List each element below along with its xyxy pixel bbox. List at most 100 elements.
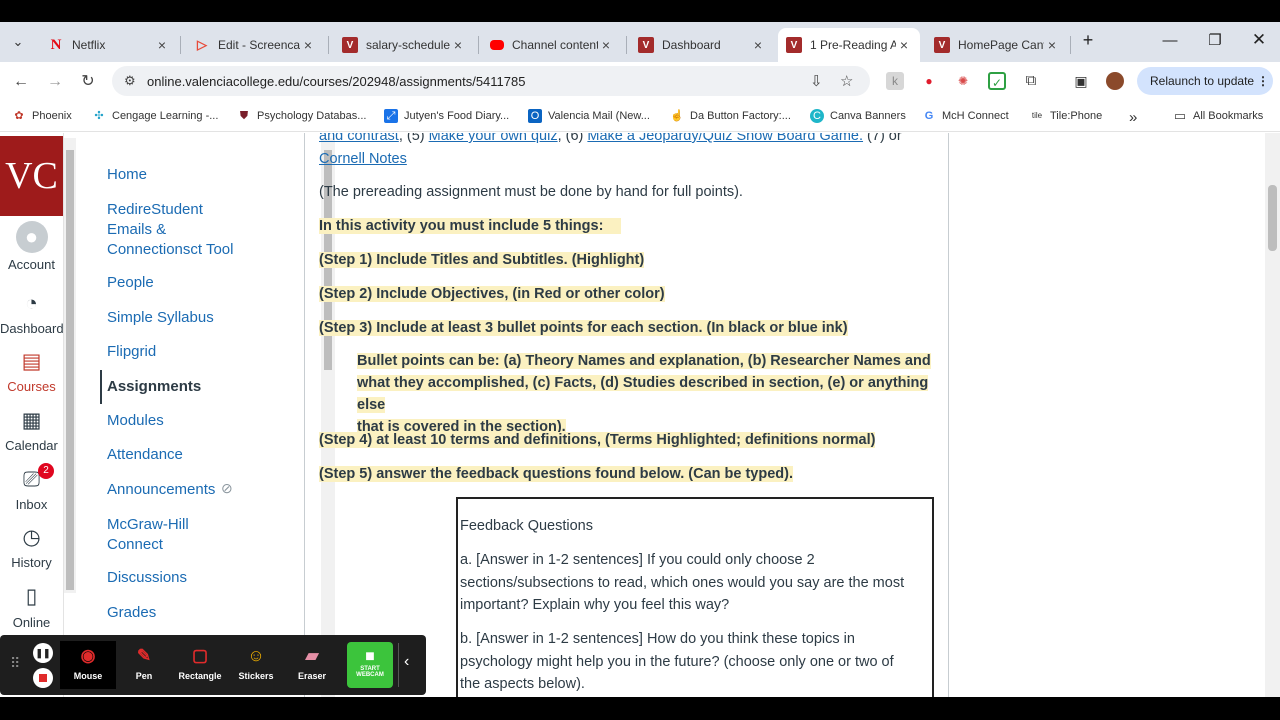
- bookmark-phoenix[interactable]: ✿ Phoenix: [12, 109, 71, 123]
- tool-pen[interactable]: ✎ Pen: [116, 641, 172, 689]
- more-bookmarks-chevron-icon[interactable]: »: [1129, 109, 1137, 126]
- global-nav-history[interactable]: ◷ History: [0, 525, 63, 570]
- pause-icon[interactable]: ❚❚: [33, 643, 53, 663]
- feedback-title: Feedback Questions: [460, 518, 593, 534]
- bookmark-cengage[interactable]: ✣ Cengage Learning -...: [92, 109, 218, 123]
- canva-icon: C: [810, 109, 824, 123]
- bookmark-star-icon[interactable]: ☆: [840, 72, 853, 90]
- start-webcam-button[interactable]: ■ START WEBCAM: [347, 642, 393, 688]
- close-icon[interactable]: ×: [154, 37, 170, 53]
- close-icon[interactable]: ×: [598, 37, 614, 53]
- bookmark-psychology-database[interactable]: ⛊ Psychology Databas...: [237, 109, 367, 123]
- close-icon[interactable]: ×: [450, 37, 466, 53]
- feedback-question-a: a. [Answer in 1-2 sentences] If you coul…: [460, 552, 905, 613]
- bookmark-valencia-mail[interactable]: O Valencia Mail (New...: [528, 109, 650, 123]
- course-nav-discussions[interactable]: Discussions: [107, 568, 247, 588]
- extension-icon[interactable]: ✓: [988, 72, 1006, 90]
- restore-icon[interactable]: ❐: [1200, 31, 1230, 49]
- tab-search-chevron-icon[interactable]: ⌄: [8, 32, 28, 52]
- global-nav-inbox[interactable]: ⎚ 2 Inbox: [0, 463, 63, 512]
- make-quiz-link[interactable]: Make your own quiz: [429, 133, 558, 144]
- collapse-chevron-icon[interactable]: ‹: [404, 653, 409, 671]
- course-nav-assignments[interactable]: Assignments: [107, 377, 247, 397]
- global-nav-calendar[interactable]: ▦ Calendar: [0, 408, 63, 453]
- relaunch-button[interactable]: Relaunch to update ⋮: [1137, 67, 1273, 95]
- bookmark-tile-phone[interactable]: tile Tile:Phone: [1030, 109, 1102, 123]
- tool-stickers[interactable]: ☺ Stickers: [228, 641, 284, 689]
- feedback-questions-box: Feedback Questions a. [Answer in 1-2 sen…: [456, 497, 934, 697]
- vc-logo[interactable]: VC: [0, 136, 63, 216]
- tab-homepage-canvas[interactable]: V HomePage Canv ×: [926, 28, 1068, 62]
- close-icon[interactable]: ×: [1044, 37, 1060, 53]
- compare-contrast-link[interactable]: and contrast: [319, 133, 399, 144]
- step-5: (Step 5) answer the feedback questions f…: [319, 466, 793, 482]
- install-app-icon[interactable]: ⇩: [810, 72, 823, 90]
- drag-handle-icon[interactable]: ⠿: [10, 655, 20, 672]
- course-nav-student-emails[interactable]: RedireStudent Emails & Connectionsct Too…: [107, 200, 247, 260]
- extension-icon[interactable]: ●: [920, 72, 938, 90]
- tab-netflix[interactable]: N Netflix ×: [40, 28, 178, 62]
- global-nav-courses[interactable]: ▤ Courses: [0, 349, 63, 394]
- side-panel-icon[interactable]: ▣: [1072, 72, 1090, 90]
- course-nav-simple-syllabus[interactable]: Simple Syllabus: [107, 308, 247, 328]
- profile-avatar[interactable]: [1106, 72, 1124, 90]
- jeopardy-game-link[interactable]: Make a Jeopardy/Quiz Show Board Game.: [587, 133, 863, 144]
- active-indicator: [100, 370, 102, 404]
- url-text[interactable]: online.valenciacollege.edu/courses/20294…: [147, 74, 525, 89]
- back-arrow-icon[interactable]: ←: [10, 71, 32, 93]
- tab-channel-content[interactable]: Channel content ×: [482, 28, 622, 62]
- course-nav-mcgraw-hill[interactable]: McGraw-Hill Connect: [107, 515, 247, 555]
- address-bar[interactable]: ⚙ online.valenciacollege.edu/courses/202…: [112, 66, 870, 96]
- screencast-icon: ▷: [197, 37, 207, 52]
- screen: ⌄ N Netflix × ▷ Edit - Screencast × V sa…: [0, 0, 1280, 720]
- bookmark-icon: ⤢: [384, 109, 398, 123]
- course-nav-flipgrid[interactable]: Flipgrid: [107, 342, 247, 362]
- tool-mouse[interactable]: ◉ Mouse: [60, 641, 116, 689]
- tool-eraser[interactable]: ▰ Eraser: [284, 641, 340, 689]
- vc-icon: V: [786, 37, 802, 53]
- unread-badge: 2: [38, 463, 54, 479]
- stop-button[interactable]: [33, 668, 53, 688]
- global-nav-scrollbar[interactable]: [64, 138, 76, 593]
- cornell-notes-link[interactable]: Cornell Notes: [319, 148, 407, 170]
- tab-pre-reading[interactable]: V 1 Pre-Reading A ×: [778, 28, 920, 62]
- account-avatar-icon: ●: [15, 221, 48, 253]
- bookmark-button-factory[interactable]: ☝ Da Button Factory:...: [670, 109, 791, 123]
- minimize-icon[interactable]: —: [1155, 32, 1185, 49]
- close-icon[interactable]: ×: [896, 37, 912, 53]
- page-scrollbar[interactable]: [1265, 133, 1280, 697]
- step-1: (Step 1) Include Titles and Subtitles. (…: [319, 252, 645, 268]
- bookmark-mch-connect[interactable]: G McH Connect: [922, 109, 1009, 123]
- menu-kebab-icon[interactable]: ⋮: [1257, 67, 1269, 95]
- forward-arrow-icon[interactable]: →: [44, 71, 66, 93]
- canvas-page: VC ● Account ◔ Dashboard ▤ Courses ▦ Cal…: [0, 133, 1280, 697]
- tab-dashboard[interactable]: V Dashboard ×: [630, 28, 774, 62]
- extension-icon[interactable]: k: [886, 72, 904, 90]
- tab-salary-schedule[interactable]: V salary-schedule- ×: [334, 28, 474, 62]
- all-bookmarks-folder[interactable]: ▭ All Bookmarks: [1173, 109, 1263, 123]
- course-nav-grades[interactable]: Grades: [107, 603, 247, 623]
- extension-icon[interactable]: ✺: [954, 72, 972, 90]
- course-nav-people[interactable]: People: [107, 273, 247, 293]
- close-icon[interactable]: ×: [300, 37, 316, 53]
- course-nav-home[interactable]: Home: [107, 165, 247, 185]
- reload-icon[interactable]: ↻: [77, 71, 99, 93]
- folder-icon: ▭: [1173, 108, 1187, 123]
- course-nav-modules[interactable]: Modules: [107, 411, 247, 431]
- course-nav-attendance[interactable]: Attendance: [107, 445, 247, 465]
- hand-icon: ☝: [670, 110, 684, 122]
- course-navigation: Home RedireStudent Emails & Connectionsc…: [78, 133, 335, 697]
- tab-screencast[interactable]: ▷ Edit - Screencast ×: [186, 28, 324, 62]
- bookmark-canva[interactable]: C Canva Banners: [810, 109, 906, 123]
- window-close-icon[interactable]: ✕: [1244, 30, 1274, 50]
- close-icon[interactable]: ×: [750, 37, 766, 53]
- site-settings-icon[interactable]: ⚙: [124, 73, 136, 89]
- global-nav-account[interactable]: ● Account: [0, 221, 63, 272]
- global-nav-dashboard[interactable]: ◔ Dashboard: [0, 291, 64, 336]
- tool-rectangle[interactable]: ▢ Rectangle: [172, 641, 228, 689]
- extensions-puzzle-icon[interactable]: ⧉: [1022, 72, 1040, 90]
- webcam-icon: ■: [365, 648, 375, 665]
- screencast-toolbar: ⠿ ❚❚ ◉ Mouse ✎ Pen ▢ Rectangle ☺ Stickers ▰ E…: [0, 635, 426, 695]
- bookmark-food-diary[interactable]: ⤢ Jutyen's Food Diary...: [384, 109, 509, 123]
- new-tab-plus-icon[interactable]: +: [1073, 30, 1103, 51]
